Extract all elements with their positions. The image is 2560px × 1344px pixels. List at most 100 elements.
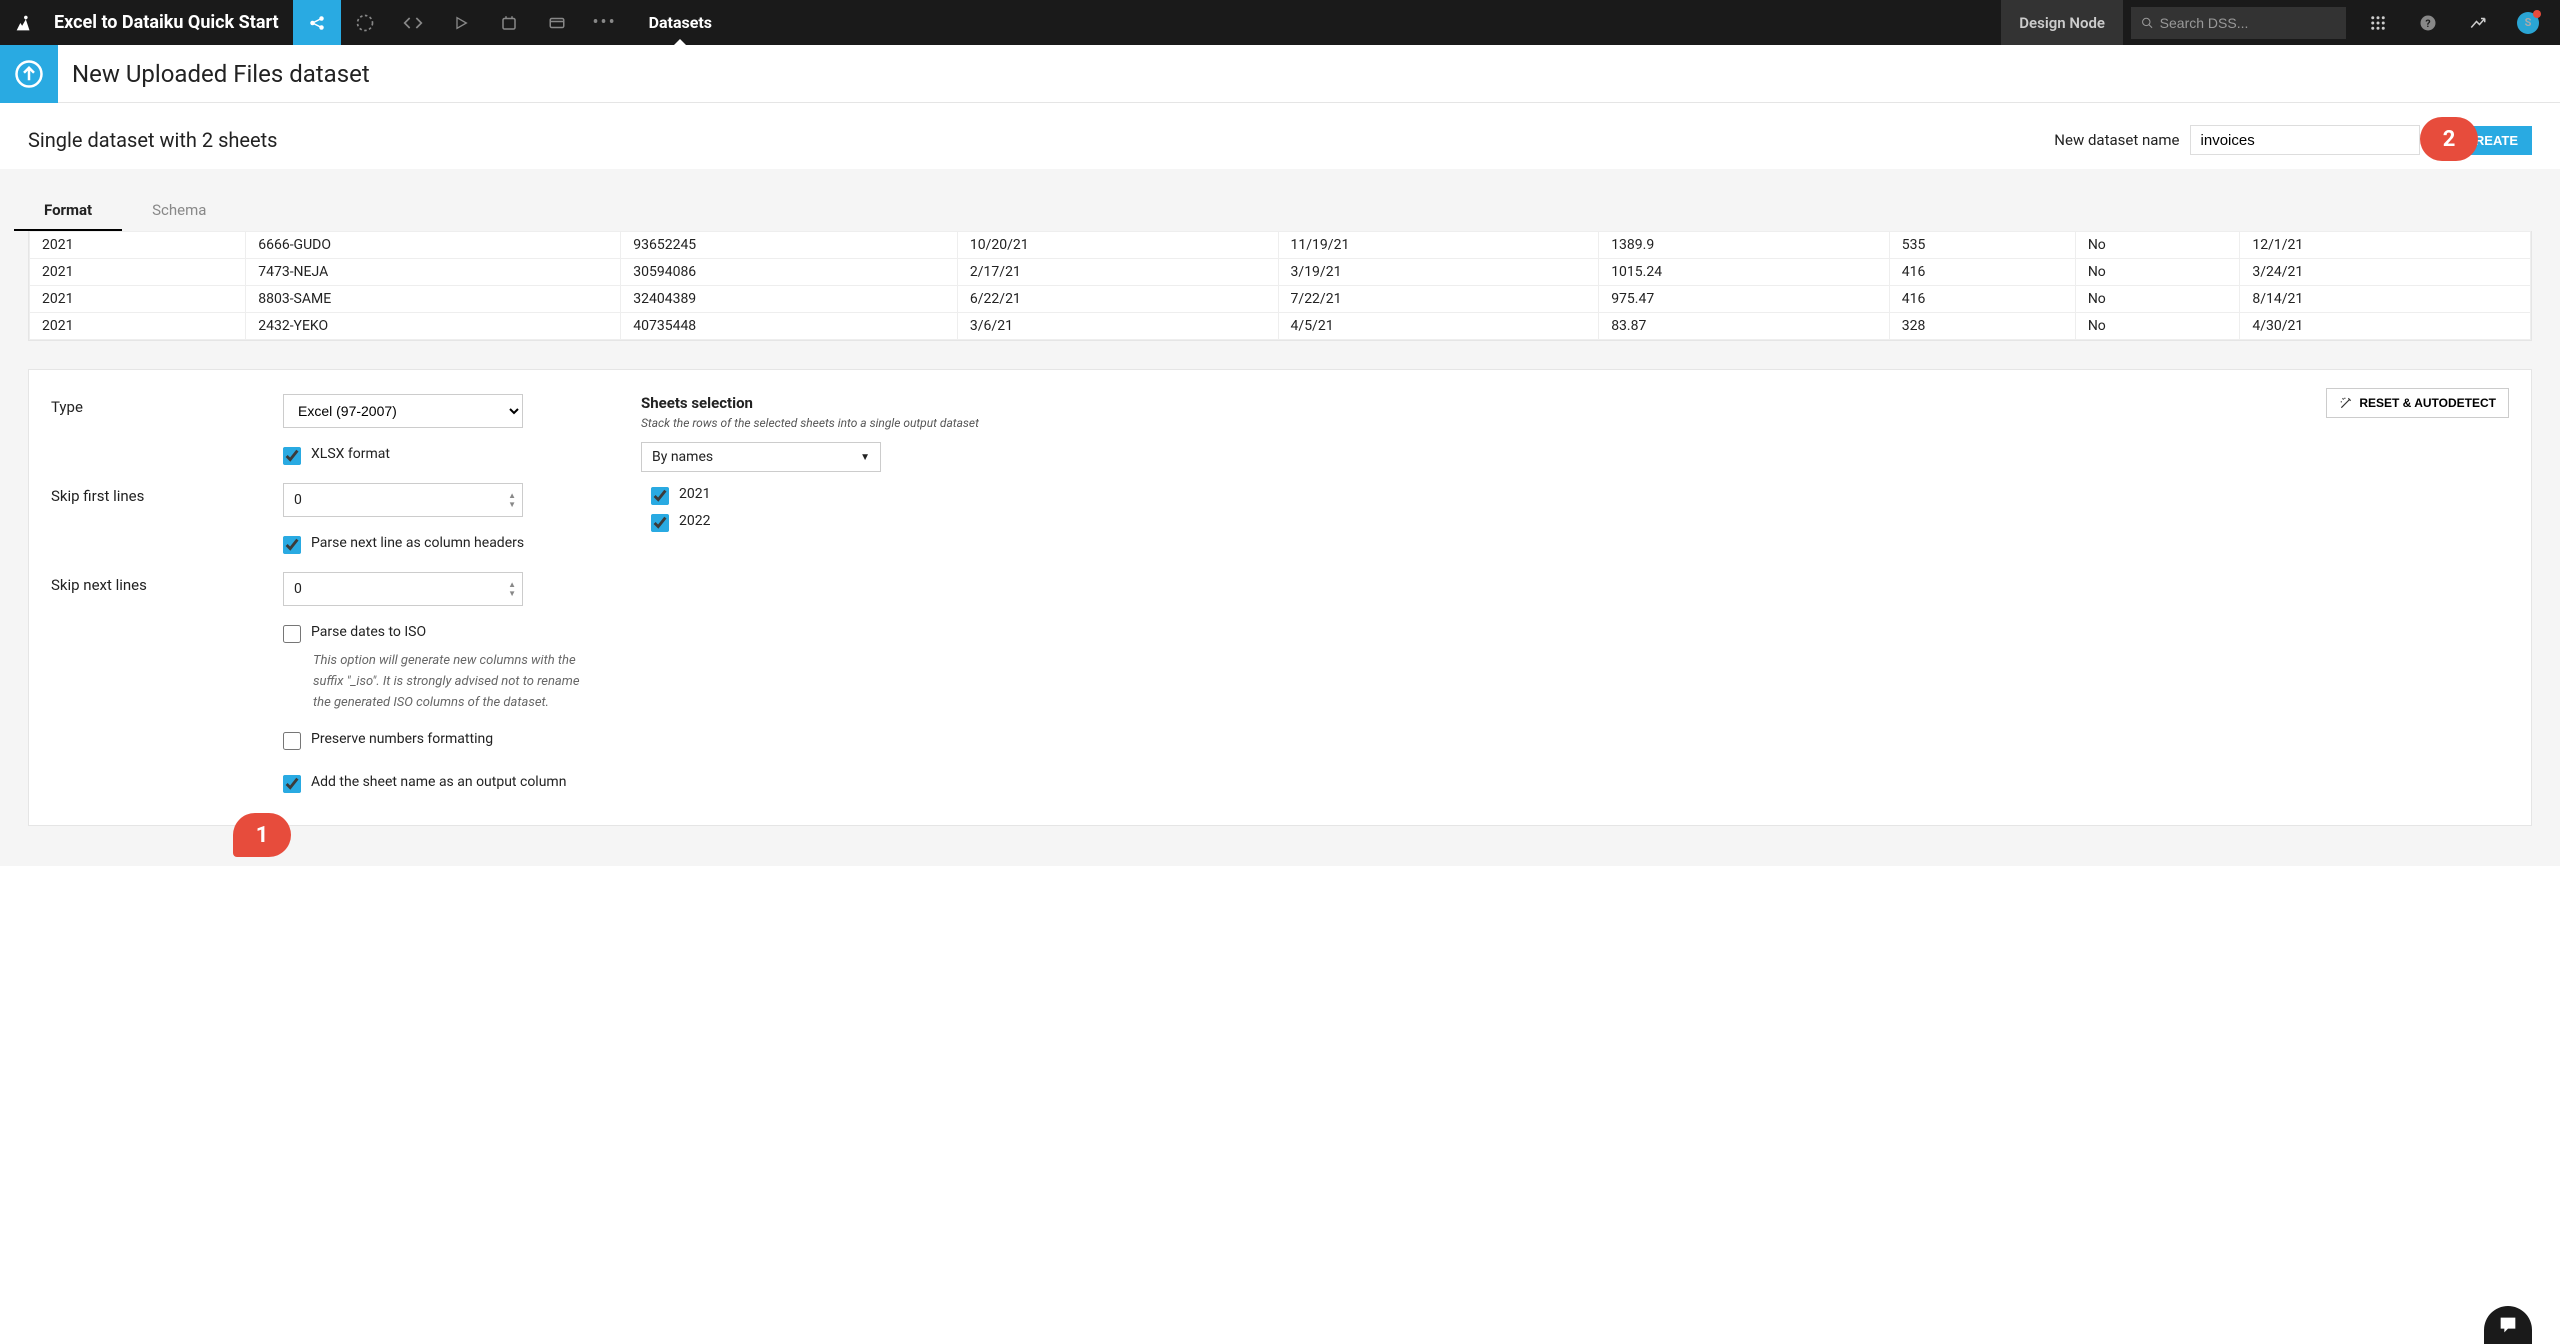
code-icon[interactable]	[389, 0, 437, 45]
table-cell: 83.87	[1599, 313, 1890, 340]
sheet-2021-checkbox[interactable]	[651, 487, 669, 505]
chat-bubble[interactable]	[2484, 1306, 2532, 1344]
skip-next-label: Skip next lines	[51, 572, 283, 594]
app-logo[interactable]	[0, 0, 48, 45]
apps-icon[interactable]	[2354, 0, 2402, 45]
sheets-selection-heading: Sheets selection	[641, 394, 2509, 412]
sheet-2022-label: 2022	[679, 513, 710, 529]
add-sheet-name-label: Add the sheet name as an output column	[311, 774, 566, 790]
table-cell: 2021	[30, 232, 246, 259]
upload-icon	[0, 45, 58, 103]
project-name[interactable]: Excel to Dataiku Quick Start	[48, 12, 293, 33]
table-cell: 1015.24	[1599, 259, 1890, 286]
design-node-label: Design Node	[2001, 0, 2123, 45]
play-icon[interactable]	[437, 0, 485, 45]
table-cell: 2021	[30, 313, 246, 340]
table-cell: 8/14/21	[2240, 286, 2531, 313]
table-cell: 2432-YEKO	[246, 313, 621, 340]
help-icon[interactable]: ?	[2404, 0, 2452, 45]
search-icon	[2141, 16, 2154, 30]
table-cell: 8803-SAME	[246, 286, 621, 313]
add-sheet-name-checkbox[interactable]	[283, 775, 301, 793]
sheet-2021-label: 2021	[679, 486, 710, 502]
topbar: Excel to Dataiku Quick Start ••• Dataset…	[0, 0, 2560, 45]
preserve-numbers-checkbox[interactable]	[283, 732, 301, 750]
table-cell: 12/1/21	[2240, 232, 2531, 259]
table-cell: 93652245	[621, 232, 958, 259]
table-cell: No	[2075, 259, 2240, 286]
table-cell: 10/20/21	[957, 232, 1278, 259]
table-cell: 416	[1889, 286, 2075, 313]
nav-datasets[interactable]: Datasets	[629, 0, 732, 45]
table-cell: 7473-NEJA	[246, 259, 621, 286]
more-icon[interactable]: •••	[581, 0, 629, 45]
page-title: New Uploaded Files dataset	[58, 60, 370, 88]
activity-icon[interactable]	[2454, 0, 2502, 45]
format-settings-panel: RESET & AUTODETECT Type Excel (97-2007) …	[28, 369, 2532, 826]
tabs-strip: Format Schema	[0, 169, 2560, 231]
sheets-mode-select[interactable]: By names ▼	[641, 442, 881, 472]
table-cell: 6/22/21	[957, 286, 1278, 313]
table-cell: No	[2075, 286, 2240, 313]
search-input[interactable]	[2160, 15, 2336, 31]
share-button[interactable]	[293, 0, 341, 45]
table-row: 20216666-GUDO9365224510/20/2111/19/21138…	[30, 232, 2531, 259]
subheader: New Uploaded Files dataset	[0, 45, 2560, 103]
parse-headers-label: Parse next line as column headers	[311, 535, 524, 551]
table-cell: 32404389	[621, 286, 958, 313]
stepper-icon[interactable]: ▲▼	[508, 491, 516, 509]
table-cell: 6666-GUDO	[246, 232, 621, 259]
flow-icon[interactable]	[341, 0, 389, 45]
search-box[interactable]	[2131, 7, 2346, 39]
xlsx-checkbox[interactable]	[283, 447, 301, 465]
table-cell: 3/6/21	[957, 313, 1278, 340]
table-cell: 11/19/21	[1278, 232, 1599, 259]
table-cell: 30594086	[621, 259, 958, 286]
table-row: 20217473-NEJA305940862/17/213/19/211015.…	[30, 259, 2531, 286]
chevron-down-icon: ▼	[860, 452, 870, 463]
tab-schema[interactable]: Schema	[122, 191, 236, 231]
skip-next-input[interactable]: 0 ▲▼	[283, 572, 523, 606]
table-cell: 535	[1889, 232, 2075, 259]
lab-icon[interactable]	[485, 0, 533, 45]
table-cell: 4/5/21	[1278, 313, 1599, 340]
stepper-icon[interactable]: ▲▼	[508, 580, 516, 598]
table-cell: 416	[1889, 259, 2075, 286]
tab-format[interactable]: Format	[14, 191, 122, 231]
dataset-name-row: Single dataset with 2 sheets New dataset…	[0, 103, 2560, 163]
table-cell: No	[2075, 313, 2240, 340]
parse-headers-checkbox[interactable]	[283, 536, 301, 554]
type-select[interactable]: Excel (97-2007)	[283, 394, 523, 428]
skip-first-label: Skip first lines	[51, 483, 283, 505]
table-cell: 2021	[30, 259, 246, 286]
table-cell: 3/19/21	[1278, 259, 1599, 286]
chat-icon	[2497, 1314, 2519, 1336]
dataset-name-label: New dataset name	[2054, 131, 2179, 149]
content-area: 20216666-GUDO9365224510/20/2111/19/21138…	[0, 231, 2560, 866]
table-cell: 2/17/21	[957, 259, 1278, 286]
dataset-name-input[interactable]	[2190, 125, 2420, 155]
table-cell: 328	[1889, 313, 2075, 340]
sheet-2022-checkbox[interactable]	[651, 514, 669, 532]
table-cell: 1389.9	[1599, 232, 1890, 259]
parse-iso-label: Parse dates to ISO	[311, 624, 426, 640]
svg-text:?: ?	[2425, 16, 2430, 29]
wand-icon	[2339, 396, 2353, 410]
parse-iso-checkbox[interactable]	[283, 625, 301, 643]
table-cell: 7/22/21	[1278, 286, 1599, 313]
reset-autodetect-button[interactable]: RESET & AUTODETECT	[2326, 388, 2509, 418]
user-avatar[interactable]: S	[2504, 0, 2552, 45]
dashboard-icon[interactable]	[533, 0, 581, 45]
table-cell: 40735448	[621, 313, 958, 340]
table-row: 20212432-YEKO407354483/6/214/5/2183.8732…	[30, 313, 2531, 340]
table-cell: 975.47	[1599, 286, 1890, 313]
table-cell: 3/24/21	[2240, 259, 2531, 286]
skip-first-input[interactable]: 0 ▲▼	[283, 483, 523, 517]
sheets-heading: Single dataset with 2 sheets	[28, 128, 277, 152]
iso-note: This option will generate new columns wi…	[283, 651, 591, 713]
data-preview-table: 20216666-GUDO9365224510/20/2111/19/21138…	[28, 231, 2532, 341]
type-label: Type	[51, 394, 283, 416]
table-cell: No	[2075, 232, 2240, 259]
sheets-selection-subtext: Stack the rows of the selected sheets in…	[641, 416, 2509, 430]
table-cell: 2021	[30, 286, 246, 313]
